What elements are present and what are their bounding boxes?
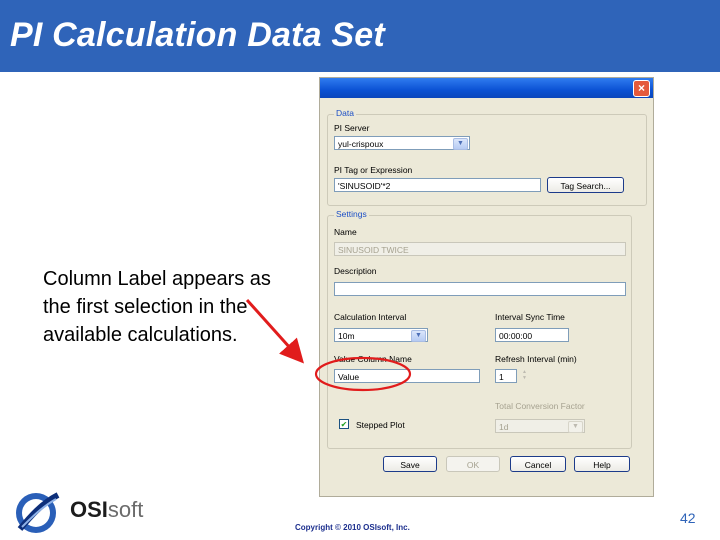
slide-body-text: Column Label appears as the first select…: [43, 268, 271, 346]
stepped-plot-label: Stepped Plot: [356, 420, 405, 430]
data-group: Data PI Server yul-crispoux ▼ PI Tag or …: [327, 108, 647, 206]
sync-time-input[interactable]: 00:00:00: [495, 328, 569, 342]
tag-search-button[interactable]: Tag Search...: [547, 177, 624, 193]
conversion-factor-select: 1d ▼: [495, 419, 585, 433]
refresh-interval-input[interactable]: 1: [495, 369, 517, 383]
slide-header: PI Calculation Data Set: [0, 0, 720, 72]
pi-calculation-dialog: × Data PI Server yul-crispoux ▼ PI Tag o…: [320, 78, 653, 496]
sync-time-label: Interval Sync Time: [495, 312, 565, 322]
slide-title: PI Calculation Data Set: [10, 16, 385, 54]
value-column-input[interactable]: Value: [334, 369, 480, 383]
settings-group: Settings Name SINUSOID TWICE Description…: [327, 209, 632, 449]
description-input[interactable]: [334, 282, 626, 296]
close-icon[interactable]: ×: [633, 80, 650, 97]
conversion-factor-label: Total Conversion Factor: [495, 401, 585, 411]
conversion-factor-value: 1d: [499, 422, 509, 432]
refresh-spinner[interactable]: ▲ ▼: [520, 369, 529, 383]
logo-name-light: soft: [107, 497, 144, 522]
dialog-titlebar: ×: [320, 78, 653, 98]
calc-interval-label: Calculation Interval: [334, 312, 407, 322]
ok-button: OK: [446, 456, 500, 472]
name-label: Name: [334, 227, 357, 237]
value-column-label: Value Column Name: [334, 354, 412, 364]
calc-interval-value: 10m: [338, 331, 355, 341]
refresh-interval-label: Refresh Interval (min): [495, 354, 577, 364]
data-group-legend: Data: [334, 108, 356, 118]
osisoft-wordmark: OSIsoft: [70, 497, 143, 523]
cancel-button[interactable]: Cancel: [510, 456, 566, 472]
save-button[interactable]: Save: [383, 456, 437, 472]
logo-name-bold: OSI: [70, 497, 108, 522]
pi-server-value: yul-crispoux: [338, 139, 384, 149]
stepped-plot-checkbox[interactable]: ✔: [339, 419, 349, 429]
calc-interval-select[interactable]: 10m ▼: [334, 328, 428, 342]
copyright-text: Copyright © 2010 OSIsoft, Inc.: [295, 523, 410, 532]
spin-down-icon[interactable]: ▼: [520, 375, 529, 381]
pi-server-select[interactable]: yul-crispoux ▼: [334, 136, 470, 150]
chevron-down-icon[interactable]: ▼: [411, 330, 426, 342]
page-number: 42: [680, 510, 696, 526]
tag-expression-label: PI Tag or Expression: [334, 165, 413, 175]
pi-server-label: PI Server: [334, 123, 370, 133]
chevron-down-icon: ▼: [568, 421, 583, 433]
name-input: SINUSOID TWICE: [334, 242, 626, 256]
chevron-down-icon[interactable]: ▼: [453, 138, 468, 150]
description-label: Description: [334, 266, 377, 276]
tag-expression-input[interactable]: 'SINUSOID'*2: [334, 178, 541, 192]
help-button[interactable]: Help: [574, 456, 630, 472]
settings-group-legend: Settings: [334, 209, 369, 219]
osisoft-logo-icon: [16, 492, 60, 533]
